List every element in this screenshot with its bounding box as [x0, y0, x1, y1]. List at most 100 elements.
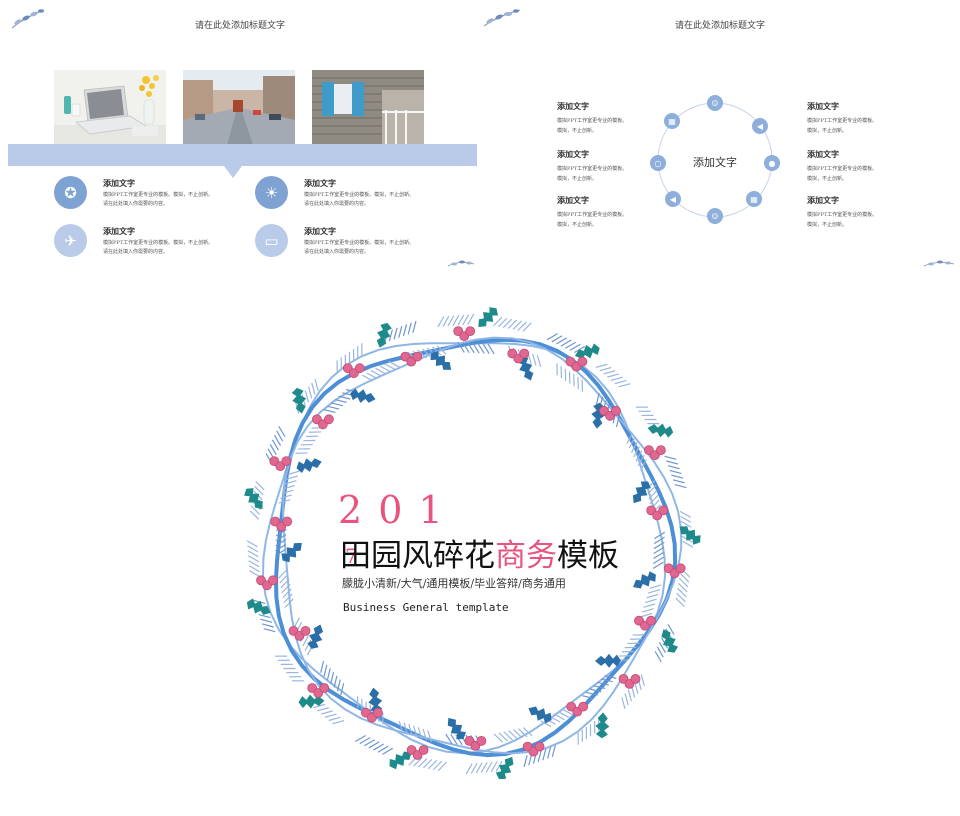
pine-needle	[412, 320, 417, 333]
pine-needle	[599, 366, 612, 372]
photo-laptop	[54, 70, 166, 144]
pine-needle	[551, 745, 556, 757]
berry	[578, 701, 589, 712]
pine-needle	[384, 363, 396, 370]
people-icon: ☺	[707, 95, 723, 111]
pine-needle	[263, 628, 276, 633]
pine-needle	[610, 376, 623, 381]
feature-heading: 添加文字	[304, 178, 336, 188]
pine-needle	[258, 613, 271, 619]
megaphone-icon: ◀	[752, 118, 768, 134]
pine-needle	[328, 716, 341, 722]
feature-item: ✪ 添加文字 模拟PPT工作室更专业的模板。模拟，不止创新。 请在此处填入你需要的…	[54, 176, 254, 216]
ticket-icon: ▭	[255, 224, 288, 257]
slide-2: 请在此处添加标题文字 添加文字 模拟PPT工作室更专业的模板。 模拟，不止创新。 …	[480, 0, 960, 272]
pine-needle	[398, 325, 403, 338]
berry	[300, 625, 311, 636]
berry	[534, 741, 545, 752]
calendar-icon: ▦	[746, 191, 762, 207]
pine-needle	[674, 483, 687, 489]
blue-band	[8, 144, 477, 166]
slide-title: 请在此处添加标题文字	[194, 21, 285, 31]
pine-needle	[641, 608, 654, 613]
pine-needle	[643, 603, 656, 608]
photo-window	[312, 70, 424, 144]
pine-needle	[640, 674, 645, 687]
cover-subtitle: 朦胧小清新/大气/通用模板/毕业答辩/商务通用	[342, 577, 566, 590]
pine-needle	[666, 460, 679, 465]
feature-heading: 添加文字	[103, 226, 135, 236]
pine-needle	[323, 664, 328, 677]
pine-needle	[370, 370, 382, 377]
pine-needle	[326, 668, 331, 681]
pine-needle	[324, 713, 337, 718]
pine-needle	[393, 327, 398, 340]
berry	[418, 745, 429, 755]
pine-needle	[388, 360, 400, 368]
pine-needle	[330, 671, 335, 684]
pine-needle	[531, 353, 537, 366]
pine-needle	[375, 367, 387, 375]
pine-needle	[307, 386, 313, 399]
pine-needle	[366, 372, 378, 380]
feature-item: ☀ 添加文字 模拟PPT工作室更专业的模板。模拟，不止创新。 请在此处填入你需要的…	[255, 176, 455, 216]
berry	[675, 563, 686, 574]
pine-needle	[618, 383, 631, 388]
berry	[611, 405, 621, 416]
berry	[630, 673, 641, 684]
pine-needle	[669, 469, 682, 475]
people-icon: ☺	[707, 208, 723, 224]
feature-item: ✈ 添加文字 模拟PPT工作室更专业的模板。模拟，不止创新。 请在此处填入你需要的…	[54, 224, 254, 264]
pine-needle	[542, 748, 547, 761]
pine-needle	[323, 409, 336, 414]
pine-needle	[646, 593, 659, 599]
pine-needle	[311, 382, 316, 395]
berry	[656, 445, 666, 456]
feature-item: ▭ 添加文字 模拟PPT工作室更专业的模板。模拟，不止创新。 请在此处填入你需要的…	[255, 224, 455, 264]
pine-needle	[332, 720, 345, 725]
cycle-ring	[657, 102, 773, 218]
pine-needle	[648, 589, 660, 594]
pine-needle	[537, 750, 542, 763]
megaphone-icon: ◀	[665, 191, 681, 207]
pine-needle	[361, 374, 374, 382]
pine-needle	[334, 398, 347, 403]
feature-body: 模拟PPT工作室更专业的模板。模拟，不止创新。 请在此处填入你需要的内容。	[304, 240, 415, 255]
pine-needle	[536, 355, 542, 367]
pine-needle	[595, 363, 608, 368]
holly-leaf	[633, 571, 656, 589]
pine-needle	[320, 710, 333, 715]
holly-leaf	[574, 343, 600, 359]
sun-icon: ☀	[255, 176, 288, 209]
year-text: 2 0 1	[338, 488, 445, 532]
airplane-icon: ✈	[54, 224, 87, 257]
award-icon: ✪	[54, 176, 87, 209]
feature-heading: 添加文字	[103, 178, 135, 188]
berry	[465, 326, 476, 336]
berry	[319, 683, 330, 693]
pine-needle	[558, 711, 570, 718]
berry	[577, 356, 588, 367]
pine-needle	[320, 660, 325, 673]
pine-needle	[402, 324, 408, 337]
pine-needle	[261, 623, 274, 628]
pine-needle	[624, 693, 629, 706]
berry	[412, 351, 423, 362]
floral-sprig-decoration	[447, 260, 475, 267]
pine-needle	[287, 470, 300, 476]
berry	[354, 363, 365, 374]
pine-needle	[671, 474, 684, 479]
pine-needle	[667, 465, 680, 470]
cycle-center-label: 添加文字	[693, 156, 737, 169]
calendar-icon: ▦	[664, 113, 680, 129]
pine-needle	[595, 392, 600, 405]
pine-needle	[621, 697, 626, 709]
pine-needle	[664, 455, 677, 460]
pine-needle	[649, 584, 662, 589]
berry	[658, 505, 669, 516]
berry	[323, 414, 334, 425]
floral-sprig-decoration	[923, 260, 955, 267]
slide-1: 请在此处添加标题文字 ✪ 添加文字 模拟PPT工作室更专业的模板。模拟，不止创新…	[0, 0, 480, 272]
pine-needle	[379, 365, 391, 373]
holly-leaf	[595, 653, 621, 668]
